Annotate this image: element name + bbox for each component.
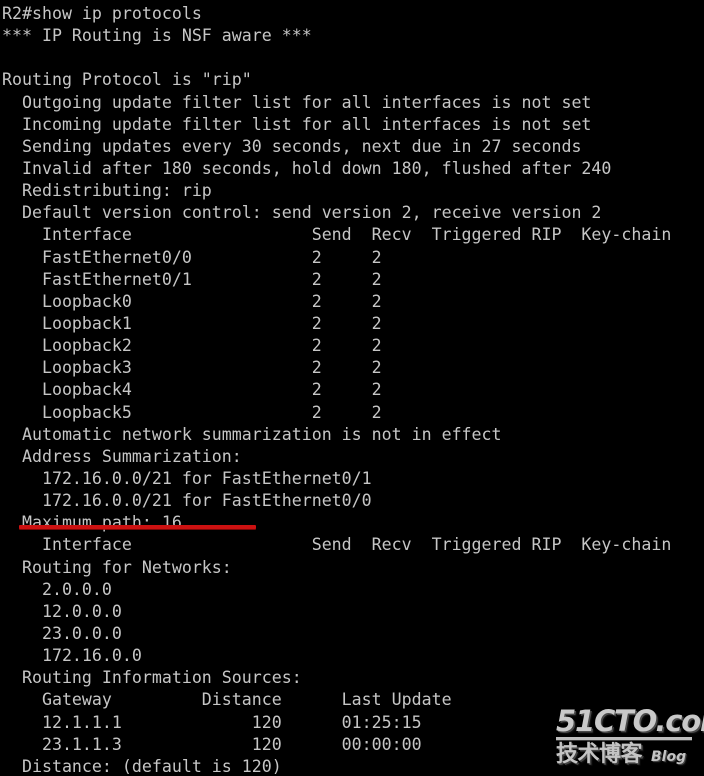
terminal-line: 172.16.0.0 — [2, 646, 142, 666]
terminal-line: Incoming update filter list for all inte… — [2, 114, 592, 134]
terminal-output[interactable]: R2#show ip protocols *** IP Routing is NS… — [0, 0, 704, 776]
terminal-line: FastEthernet0/1 2 2 — [2, 269, 382, 289]
terminal-line: Address Summarization: — [2, 446, 242, 466]
terminal-line: Gateway Distance Last Update — [2, 690, 452, 710]
terminal-line: R2#show ip protocols — [2, 4, 202, 23]
terminal-line: Interface Send Recv Triggered RIP Key-ch… — [2, 535, 672, 555]
terminal-line: Loopback0 2 2 — [2, 291, 382, 311]
terminal-line: Outgoing update filter list for all inte… — [2, 92, 592, 112]
terminal-line: Invalid after 180 seconds, hold down 180… — [2, 158, 612, 178]
terminal-line: Routing Information Sources: — [2, 668, 302, 688]
terminal-line: FastEthernet0/0 2 2 — [2, 247, 382, 267]
terminal-line: Default version control: send version 2,… — [2, 203, 602, 223]
terminal-line: Routing Protocol is "rip" — [2, 70, 252, 90]
terminal-line: Loopback3 2 2 — [2, 358, 382, 378]
terminal-line: 172.16.0.0/21 for FastEthernet0/0 — [2, 491, 372, 511]
terminal-line: 12.1.1.1 120 01:25:15 — [2, 712, 422, 732]
terminal-line: 172.16.0.0/21 for FastEthernet0/1 — [2, 468, 372, 488]
terminal-line: Maximum path: 16 — [2, 513, 182, 533]
terminal-line: Redistributing: rip — [2, 181, 212, 201]
terminal-line: 23.1.1.3 120 00:00:00 — [2, 734, 422, 754]
terminal-line: Loopback1 2 2 — [2, 313, 382, 333]
terminal-line: Automatic network summarization is not i… — [2, 424, 502, 444]
terminal-line: Sending updates every 30 seconds, next d… — [2, 136, 582, 156]
terminal-line: Distance: (default is 120) — [2, 756, 282, 776]
terminal-line: Interface Send Recv Triggered RIP Key-ch… — [2, 225, 672, 245]
terminal-line: 12.0.0.0 — [2, 601, 122, 621]
terminal-line: Loopback4 2 2 — [2, 380, 382, 400]
terminal-line: 2.0.0.0 — [2, 579, 112, 599]
terminal-line: Routing for Networks: — [2, 557, 232, 577]
terminal-line: *** IP Routing is NSF aware *** — [2, 26, 312, 46]
terminal-line: Loopback5 2 2 — [2, 402, 382, 422]
terminal-line: Loopback2 2 2 — [2, 336, 382, 356]
red-underline-annotation — [19, 525, 256, 529]
terminal-line: 23.0.0.0 — [2, 623, 122, 643]
